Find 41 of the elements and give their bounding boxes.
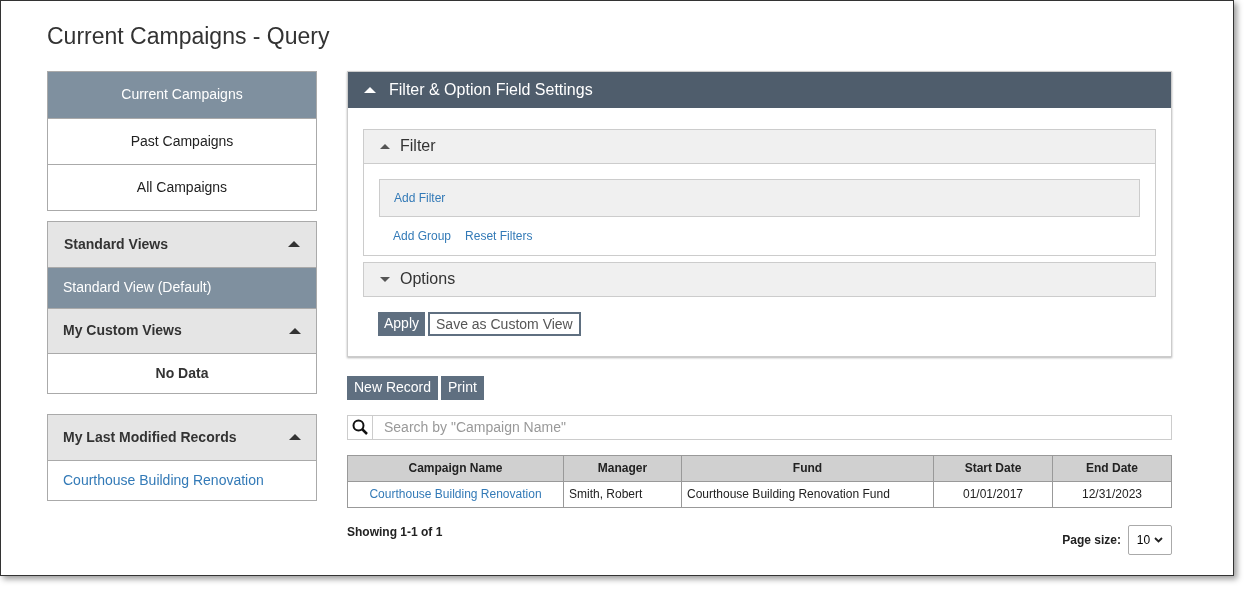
record-count: Showing 1-1 of 1 (347, 523, 443, 541)
column-header: Campaign Name (347, 455, 564, 481)
toolbar-button[interactable]: Print (441, 375, 484, 400)
column-header: End Date (1052, 455, 1172, 481)
campaign-tab[interactable]: Current Campaigns (48, 71, 316, 118)
search-field[interactable]: Search by "Campaign Name" (373, 414, 1172, 440)
table-cell: 01/01/2017 (933, 481, 1053, 507)
panel-title: Standard Views (64, 234, 168, 254)
collapse-icon[interactable] (380, 143, 390, 149)
save-view-button[interactable]: Save as Custom View (428, 311, 581, 336)
settings-title: Filter & Option Field Settings (389, 79, 593, 100)
panel-title: My Custom Views (63, 321, 182, 340)
table-cell: Smith, Robert (563, 481, 682, 507)
add-filter-link[interactable]: Add Filter (394, 188, 446, 207)
filter-title: Filter (400, 136, 436, 156)
column-header: Start Date (933, 455, 1053, 481)
collapse-icon[interactable] (364, 86, 376, 93)
collapse-icon[interactable] (289, 327, 301, 334)
search-button[interactable] (347, 414, 373, 440)
filter-link[interactable]: Add Group (393, 226, 452, 245)
page-size-select[interactable]: 10 (1128, 524, 1172, 555)
record-link[interactable]: Courthouse Building Renovation (63, 469, 264, 491)
column-header: Manager (563, 455, 682, 481)
table-cell: Courthouse Building Renovation Fund (681, 481, 934, 507)
page-size-label: Page size: (1062, 531, 1121, 549)
options-title: Options (400, 269, 456, 289)
expand-icon[interactable] (380, 276, 390, 282)
search-icon (352, 419, 368, 435)
empty-message: No Data (155, 363, 209, 383)
panel-title: My Last Modified Records (63, 427, 237, 447)
view-item[interactable]: Standard View (Default) (48, 266, 316, 308)
toolbar-button[interactable]: New Record (347, 375, 439, 400)
collapse-icon[interactable] (288, 241, 300, 247)
column-header: Fund (681, 455, 934, 481)
collapse-icon[interactable] (289, 434, 301, 440)
apply-button[interactable]: Apply (378, 311, 426, 336)
page-title: Current Campaigns - Query (47, 22, 331, 51)
chevron-icon (1154, 536, 1164, 543)
campaign-link[interactable]: Courthouse Building Renovation (369, 487, 542, 501)
table-cell: 12/31/2023 (1052, 481, 1172, 507)
filter-link[interactable]: Reset Filters (465, 226, 533, 245)
